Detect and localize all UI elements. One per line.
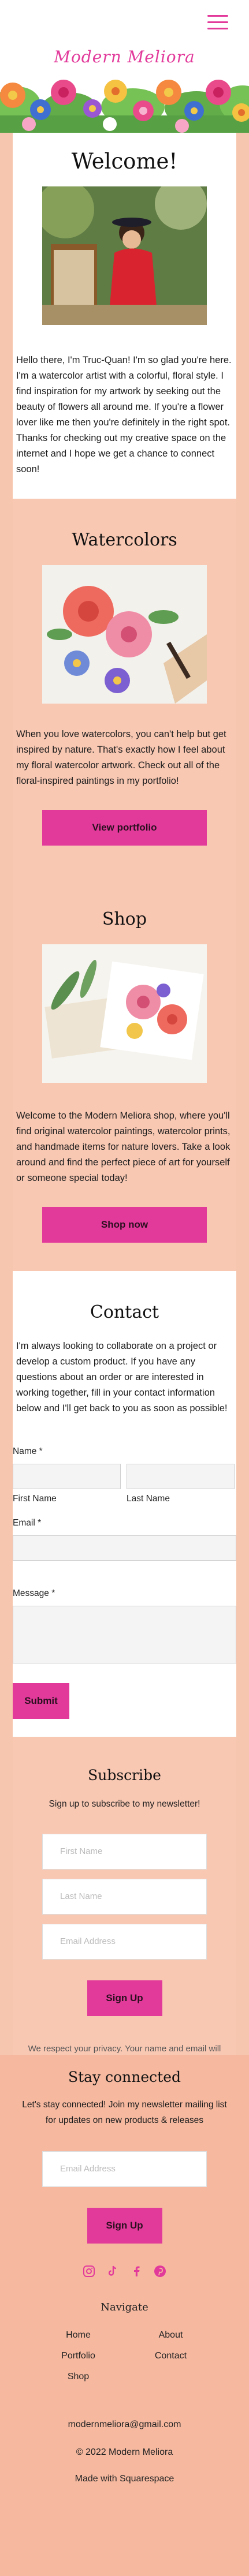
social-links xyxy=(0,2264,249,2278)
subscribe-sign-up-button[interactable]: Sign Up xyxy=(87,1980,162,2016)
stay-connected-section: Stay connected Let's stay connected! Joi… xyxy=(0,2055,249,2576)
artist-photo xyxy=(42,186,207,325)
footer-link-contact[interactable]: Contact xyxy=(125,2346,217,2366)
watercolors-shop-section: Watercolors When you love watercolors, y… xyxy=(13,499,236,1271)
navigate-heading: Navigate xyxy=(101,2301,148,2313)
last-name-label: Last Name xyxy=(127,1494,170,1504)
footer-nav-left: Home Portfolio Shop xyxy=(32,2325,125,2387)
footer-nav: Home Portfolio Shop About Contact xyxy=(0,2325,249,2387)
first-name-input[interactable] xyxy=(13,1464,121,1489)
connect-sign-up-button[interactable]: Sign Up xyxy=(87,2208,162,2244)
shop-title: Shop xyxy=(102,909,147,929)
stay-connected-title: Stay connected xyxy=(68,2069,181,2085)
subscribe-section: Subscribe Sign up to subscribe to my new… xyxy=(13,1737,236,2069)
subscribe-title: Subscribe xyxy=(88,1767,161,1784)
made-with-squarespace-link[interactable]: Made with Squarespace xyxy=(0,2474,249,2484)
instagram-icon[interactable] xyxy=(82,2264,96,2278)
subscribe-email-input[interactable]: Email Address xyxy=(42,1924,207,1960)
pinterest-icon[interactable] xyxy=(153,2264,167,2278)
shop-body: Welcome to the Modern Meliora shop, wher… xyxy=(16,1111,231,1183)
subscribe-last-name-input[interactable]: Last Name xyxy=(42,1879,207,1915)
footer-link-about[interactable]: About xyxy=(125,2325,217,2346)
shop-now-button[interactable]: Shop now xyxy=(42,1207,207,1243)
view-portfolio-button[interactable]: View portfolio xyxy=(42,810,207,846)
tiktok-icon[interactable] xyxy=(106,2264,120,2278)
connect-email-input[interactable]: Email Address xyxy=(42,2151,207,2187)
subscribe-first-name-input[interactable]: First Name xyxy=(42,1834,207,1870)
stay-connected-subtitle: Let's stay connected! Join my newsletter… xyxy=(22,2100,227,2125)
message-field-label: Message * xyxy=(13,1588,55,1598)
shop-product-image xyxy=(42,944,207,1083)
welcome-body: Hello there, I'm Truc-Quan! I'm so glad … xyxy=(16,355,232,474)
copyright-text: © 2022 Modern Meliora xyxy=(76,2447,173,2457)
welcome-title: Welcome! xyxy=(71,149,178,174)
hamburger-menu-icon[interactable] xyxy=(207,15,228,30)
footer-link-portfolio[interactable]: Portfolio xyxy=(32,2346,125,2366)
contact-intro: I'm always looking to collaborate on a p… xyxy=(16,1341,228,1414)
message-textarea[interactable] xyxy=(13,1606,236,1663)
watercolors-body: When you love watercolors, you can't hel… xyxy=(16,729,226,786)
email-field-label: Email * xyxy=(13,1518,42,1528)
name-field-label: Name * xyxy=(13,1446,43,1456)
watercolor-painting-image xyxy=(42,565,207,704)
floral-banner-image xyxy=(0,63,249,133)
page: Modern Meliora Welcome! Hello there, I'm… xyxy=(0,0,249,2576)
facebook-icon[interactable] xyxy=(129,2264,143,2278)
contact-section: Contact I'm always looking to collaborat… xyxy=(13,1271,236,1737)
footer-link-shop[interactable]: Shop xyxy=(32,2366,125,2387)
contact-title: Contact xyxy=(90,1302,159,1322)
site-logo[interactable]: Modern Meliora xyxy=(0,47,249,66)
submit-button[interactable]: Submit xyxy=(13,1683,69,1719)
welcome-section: Welcome! Hello there, I'm Truc-Quan! I'm… xyxy=(13,133,236,499)
email-input[interactable] xyxy=(13,1535,236,1561)
site-header: Modern Meliora xyxy=(0,0,249,133)
first-name-label: First Name xyxy=(13,1494,57,1504)
footer-nav-right: About Contact xyxy=(125,2325,217,2387)
watercolors-title: Watercolors xyxy=(72,530,177,550)
footer-email-link[interactable]: modernmeliora@gmail.com xyxy=(0,2420,249,2430)
subscribe-subtitle: Sign up to subscribe to my newsletter! xyxy=(49,1799,200,1809)
last-name-input[interactable] xyxy=(127,1464,235,1489)
footer-link-home[interactable]: Home xyxy=(32,2325,125,2346)
